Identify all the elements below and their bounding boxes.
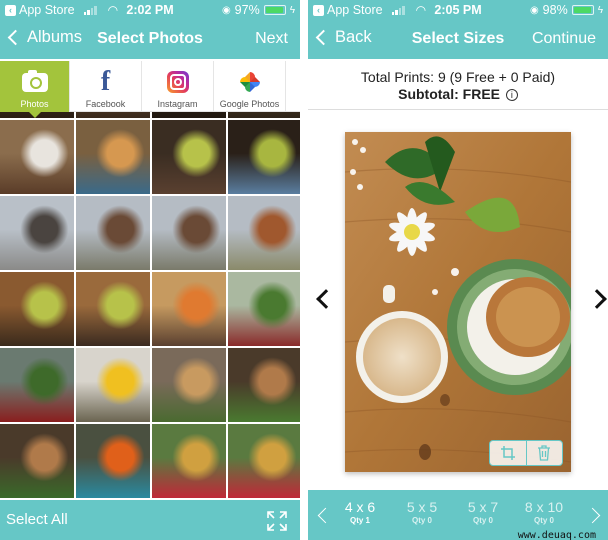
size-option-4x6[interactable]: 4 x 6 Qty 1: [330, 499, 390, 525]
size-option-5x5[interactable]: 5 x 5 Qty 0: [392, 499, 452, 525]
continue-button[interactable]: Continue: [532, 30, 596, 48]
photo-thumbnail-market-produce[interactable]: [152, 348, 226, 422]
preview-image: [345, 132, 571, 472]
facebook-icon: f: [100, 66, 111, 97]
sizes-scroll-right-icon[interactable]: [584, 507, 601, 524]
photo-thumbnail-market-lawn[interactable]: [0, 348, 74, 422]
battery-percent: 97%: [234, 3, 260, 17]
total-prints: Total Prints: 9 (9 Free + 0 Paid): [360, 69, 556, 85]
photo-grid[interactable]: [0, 112, 300, 502]
delete-button[interactable]: [525, 441, 563, 465]
size-qty: Qty 0: [472, 516, 493, 525]
rotation-lock-icon: ◉: [529, 4, 539, 16]
size-qty: Qty 0: [411, 516, 432, 525]
photo-thumbnail-lobby-seating[interactable]: [0, 272, 74, 346]
photo-thumbnail-building-exterior[interactable]: [76, 196, 150, 270]
photo-thumbnail-lobby-fireplace[interactable]: [152, 120, 226, 194]
select-photos-screen: ‹ App Store ◠ 2:02 PM ◉ 97% ϟ Albums Sel…: [0, 0, 300, 540]
expand-icon[interactable]: [266, 510, 288, 532]
bottom-toolbar: Select All: [0, 500, 300, 540]
photo-thumbnail-market-crates[interactable]: [228, 348, 300, 422]
instagram-icon: [166, 71, 189, 93]
photo-thumbnail-market-gingham[interactable]: [152, 424, 226, 498]
photo-thumbnail-building-exterior[interactable]: [0, 196, 74, 270]
size-qty: Qty 1: [349, 516, 370, 525]
status-bar: ‹ App Store ◠ 2:02 PM ◉ 97% ϟ: [0, 0, 300, 20]
crop-button[interactable]: [490, 441, 526, 465]
photo-thumbnail-hotel-bedroom[interactable]: [0, 120, 74, 194]
size-option-8x10[interactable]: 8 x 10 Qty 0: [514, 499, 574, 525]
size-label: 5 x 7: [467, 499, 499, 515]
tab-label: Photos: [20, 99, 49, 109]
nav-bar: Back Select Sizes Continue: [308, 24, 608, 56]
photo-tools: [489, 440, 563, 466]
size-qty: Qty 0: [533, 516, 554, 525]
photo-thumbnail-hotel-lobby[interactable]: [228, 112, 300, 118]
top-bar: ‹ App Store ◠ 2:02 PM ◉ 97% ϟ Albums Sel…: [0, 0, 300, 59]
photo-thumbnail-hotel-lobby[interactable]: [76, 112, 150, 118]
status-bar: ‹ App Store ◠ 2:05 PM ◉ 98% ϟ: [308, 0, 608, 20]
size-selector: 4 x 6 Qty 1 5 x 5 Qty 0 5 x 7 Qty 0 8 x …: [308, 490, 608, 540]
size-label: 8 x 10: [524, 499, 564, 515]
photo-thumbnail-lobby-lounge[interactable]: [152, 272, 226, 346]
select-sizes-screen: ‹ App Store ◠ 2:05 PM ◉ 98% ϟ Back Selec…: [308, 0, 608, 540]
tab-facebook[interactable]: f Facebook: [70, 61, 142, 112]
photo-thumbnail-lobby-fireplace[interactable]: [76, 272, 150, 346]
photo-preview: [345, 132, 571, 472]
size-label: 4 x 6: [344, 499, 376, 515]
tab-google-photos[interactable]: Google Photos: [214, 61, 286, 112]
previous-photo-arrow[interactable]: [316, 289, 336, 309]
size-label: 5 x 5: [406, 499, 438, 515]
photo-thumbnail-hotel-lobby[interactable]: [152, 112, 226, 118]
photo-source-tabs: Photos f Facebook Instagram Google Photo…: [0, 61, 300, 118]
battery-icon: [263, 5, 286, 15]
size-option-5x7[interactable]: 5 x 7 Qty 0: [453, 499, 513, 525]
photo-thumbnail-market-tomatoes[interactable]: [76, 424, 150, 498]
tab-label: Instagram: [157, 99, 198, 109]
info-icon[interactable]: i: [505, 89, 518, 101]
charging-icon: ϟ: [597, 4, 603, 16]
crop-icon: [500, 446, 515, 460]
battery-percent: 98%: [542, 3, 568, 17]
battery-icon: [571, 5, 594, 15]
photo-thumbnail-market-tents[interactable]: [228, 272, 300, 346]
tab-label: Google Photos: [219, 99, 280, 109]
select-all-button[interactable]: Select All: [6, 511, 68, 528]
google-photos-icon: [239, 72, 260, 92]
camera-icon: [21, 69, 48, 92]
tab-instagram[interactable]: Instagram: [142, 61, 214, 112]
tab-photos[interactable]: Photos: [0, 61, 70, 118]
photo-thumbnail-lobby-chair[interactable]: [228, 120, 300, 194]
rotation-lock-icon: ◉: [221, 4, 231, 16]
tab-label: Facebook: [85, 99, 126, 109]
photo-thumbnail-market-gingham[interactable]: [228, 424, 300, 498]
trash-icon: [538, 445, 551, 461]
photo-thumbnail-building-exterior[interactable]: [228, 196, 300, 270]
next-button[interactable]: Next: [255, 30, 288, 48]
top-bar: ‹ App Store ◠ 2:05 PM ◉ 98% ϟ Back Selec…: [308, 0, 608, 59]
charging-icon: ϟ: [289, 4, 295, 16]
next-photo-arrow[interactable]: [587, 289, 607, 309]
nav-bar: Albums Select Photos Next: [0, 24, 300, 56]
subtotal: Subtotal: FREE: [398, 86, 500, 102]
photo-thumbnail-market-sunflowers[interactable]: [76, 348, 150, 422]
watermark: www.deuaq.com: [517, 530, 596, 540]
photo-thumbnail-building-exterior[interactable]: [152, 196, 226, 270]
photo-thumbnail-market-crates[interactable]: [0, 424, 74, 498]
order-summary: Total Prints: 9 (9 Free + 0 Paid) Subtot…: [308, 62, 608, 110]
photo-thumbnail-lobby-lounge[interactable]: [76, 120, 150, 194]
